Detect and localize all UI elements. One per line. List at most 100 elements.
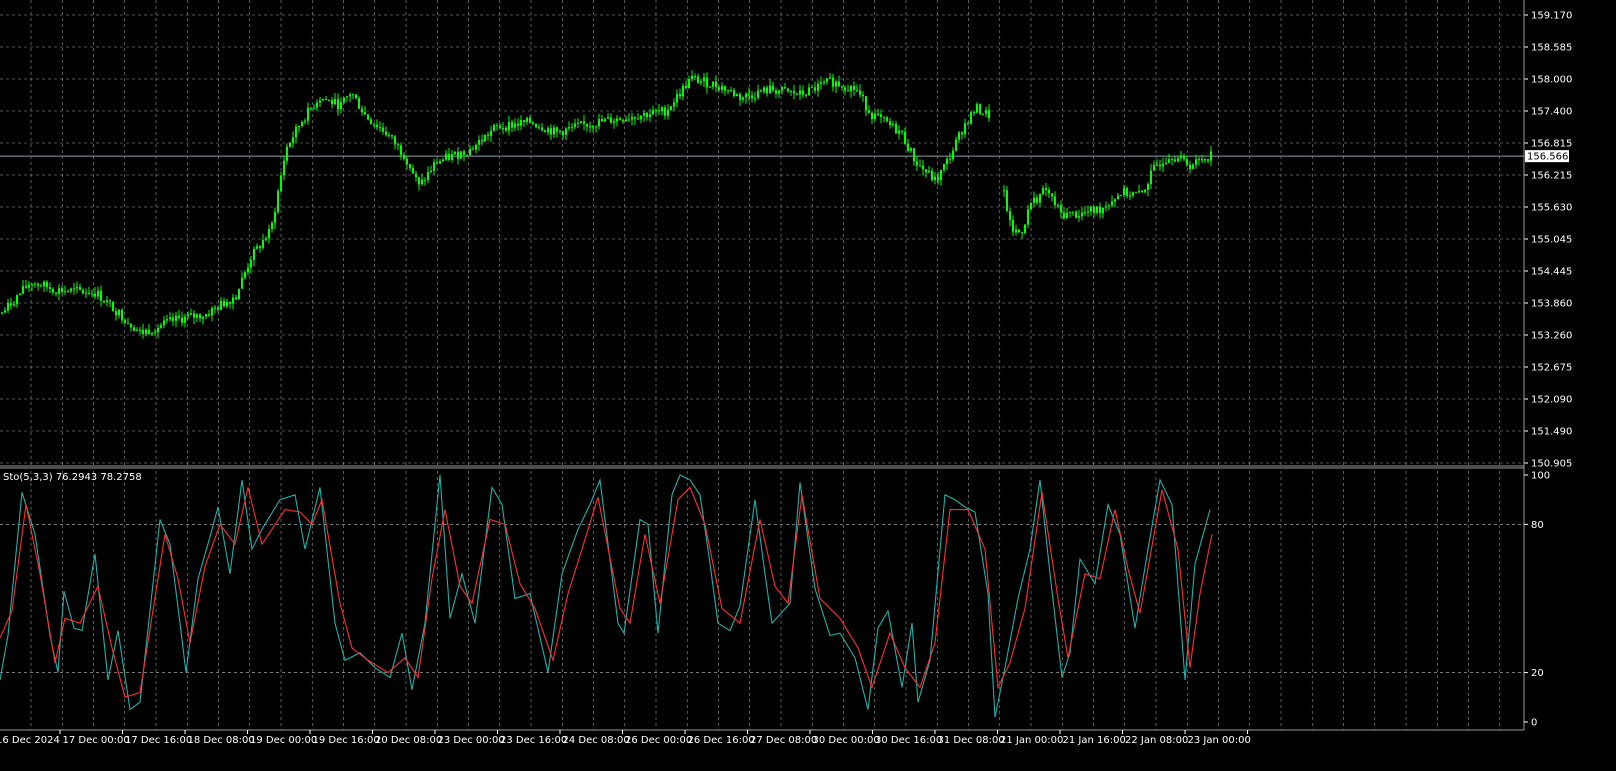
candle-body: [298, 125, 300, 127]
candle-body: [412, 167, 414, 174]
candle-body: [898, 130, 900, 134]
candle-body: [703, 77, 705, 82]
candle-body: [709, 86, 711, 88]
candle-body: [799, 90, 801, 95]
candle-body: [730, 90, 732, 92]
candle-body: [1057, 205, 1059, 207]
candle-body: [163, 320, 165, 326]
candle-body: [238, 288, 240, 300]
candle-body: [31, 284, 33, 286]
candle-body: [94, 293, 96, 297]
candle-body: [631, 117, 633, 120]
candle-body: [583, 121, 585, 124]
candle-body: [313, 107, 315, 109]
candle-body: [1150, 170, 1152, 185]
candle-body: [1192, 164, 1194, 169]
candle-body: [646, 112, 648, 118]
candle-body: [1111, 201, 1113, 206]
candle-body: [937, 176, 939, 181]
candle-body: [472, 148, 474, 150]
candle-body: [1138, 190, 1140, 193]
candle-body: [493, 125, 495, 131]
x-tick-label: 26 Dec 00:00: [625, 735, 692, 746]
candle-body: [949, 158, 951, 160]
candle-body: [331, 99, 333, 105]
candle-body: [400, 145, 402, 155]
candle-body: [616, 118, 618, 122]
candle-body: [157, 327, 159, 333]
candle-body: [628, 119, 630, 121]
candle-body: [1123, 187, 1125, 196]
candle-body: [28, 284, 30, 288]
y-tick-label: 158.585: [1531, 43, 1572, 54]
candle-body: [694, 75, 696, 77]
candle-body: [310, 107, 312, 109]
candle-body: [958, 132, 960, 140]
candle-body: [946, 158, 948, 165]
y-tick-label: 150.905: [1531, 459, 1572, 470]
candle-body: [571, 126, 573, 128]
candle-body: [547, 128, 549, 133]
candle-body: [736, 94, 738, 97]
candle-body: [334, 98, 336, 105]
candle-body: [100, 290, 102, 301]
candle-body: [910, 148, 912, 151]
candle-body: [154, 332, 156, 334]
candle-body: [913, 148, 915, 162]
candle-body: [613, 121, 615, 123]
candle-body: [1132, 192, 1134, 196]
candle-body: [715, 81, 717, 88]
candle-body: [196, 314, 198, 318]
candle-body: [1177, 158, 1179, 162]
candle-body: [103, 300, 105, 303]
candle-body: [649, 114, 651, 118]
candle-body: [817, 83, 819, 91]
candle-body: [319, 100, 321, 103]
candle-body: [928, 170, 930, 173]
candle-body: [943, 164, 945, 171]
candle-body: [697, 76, 699, 83]
candle-body: [793, 91, 795, 94]
candle-body: [1126, 187, 1128, 196]
candle-body: [781, 86, 783, 91]
candle-body: [1048, 189, 1050, 194]
candle-body: [250, 259, 252, 268]
candle-body: [874, 113, 876, 120]
candle-body: [754, 97, 756, 99]
candle-body: [349, 94, 351, 97]
candle-body: [985, 110, 987, 114]
candle-body: [88, 292, 90, 295]
candle-body: [553, 127, 555, 135]
candle-body: [676, 93, 678, 103]
candle-body: [343, 97, 345, 103]
y-tick-label: 151.490: [1531, 427, 1572, 438]
candle-body: [487, 134, 489, 136]
y-tick-label: 155.630: [1531, 203, 1572, 214]
candle-body: [46, 281, 48, 288]
x-tick-label: 22 Jan 08:00: [1125, 735, 1188, 746]
stoch-tick-label: 100: [1531, 471, 1550, 482]
candle-body: [814, 87, 816, 91]
candle-body: [181, 317, 183, 323]
candle-body: [643, 112, 645, 116]
candle-body: [1060, 205, 1062, 213]
candle-body: [670, 106, 672, 110]
grid: [0, 0, 1524, 730]
candle-body: [175, 315, 177, 321]
x-tick-label: 19 Dec 16:00: [313, 735, 380, 746]
candle-body: [289, 142, 291, 147]
candle-body: [91, 293, 93, 295]
candle-body: [292, 137, 294, 143]
candle-body: [190, 313, 192, 315]
candle-body: [1183, 155, 1185, 160]
candle-body: [151, 333, 153, 335]
candle-body: [592, 125, 594, 128]
candle-body: [184, 316, 186, 323]
stoch-signal-line: [0, 486, 1213, 699]
candle-body: [262, 240, 264, 248]
candle-body: [1114, 199, 1116, 202]
candle-body: [496, 125, 498, 127]
candle-body: [808, 87, 810, 96]
candle-body: [427, 172, 429, 181]
candle-body: [301, 121, 303, 126]
